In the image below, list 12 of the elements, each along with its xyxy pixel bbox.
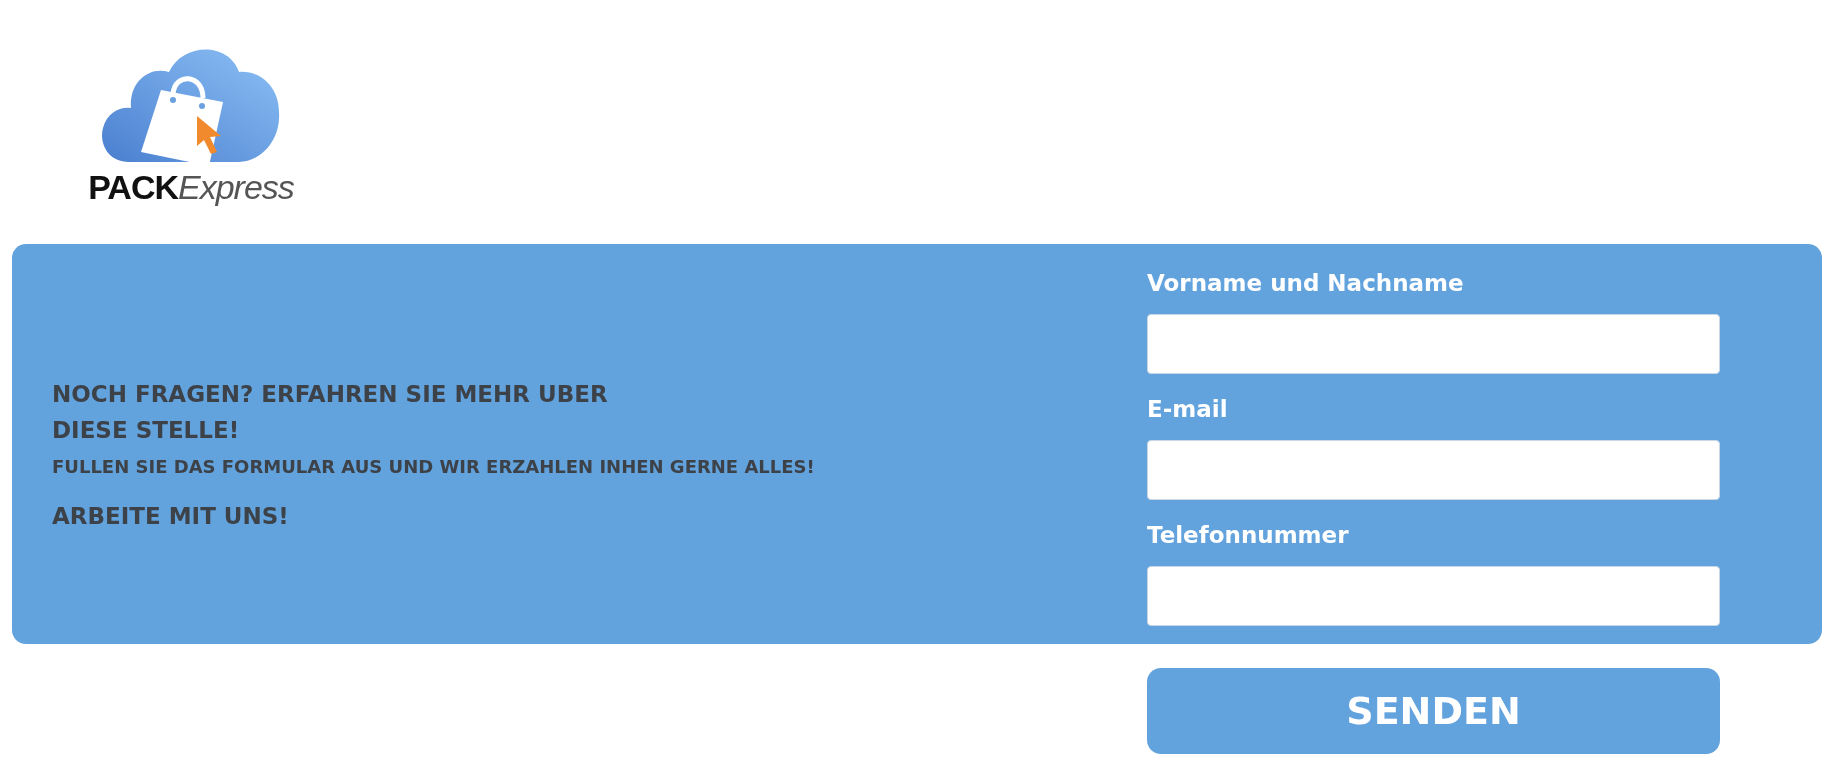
field-label: Vorname und Nachname bbox=[1147, 270, 1465, 298]
input-field[interactable] bbox=[1147, 440, 1720, 500]
field-label: Telefonnummer bbox=[1147, 522, 1350, 550]
input-field[interactable] bbox=[1147, 566, 1720, 626]
field-label: E-mail bbox=[1147, 396, 1229, 424]
input-field[interactable] bbox=[1147, 314, 1720, 374]
intro-text: FULLEN SIE DAS FORMULAR AUS UND WIR ERZAHLEN INHEN GERNE ALLES! bbox=[52, 455, 816, 477]
call-to-action: ARBEITE MIT UNS! bbox=[52, 502, 290, 529]
logo-text-bold: PACK bbox=[88, 168, 178, 207]
logo-text-light: Express bbox=[178, 168, 294, 207]
submit-button[interactable]: SENDEN bbox=[1147, 668, 1720, 754]
intro-heading: NOCH FRAGEN? ERFAHREN SIE MEHR UBER DIESE STELLE! bbox=[52, 379, 609, 445]
